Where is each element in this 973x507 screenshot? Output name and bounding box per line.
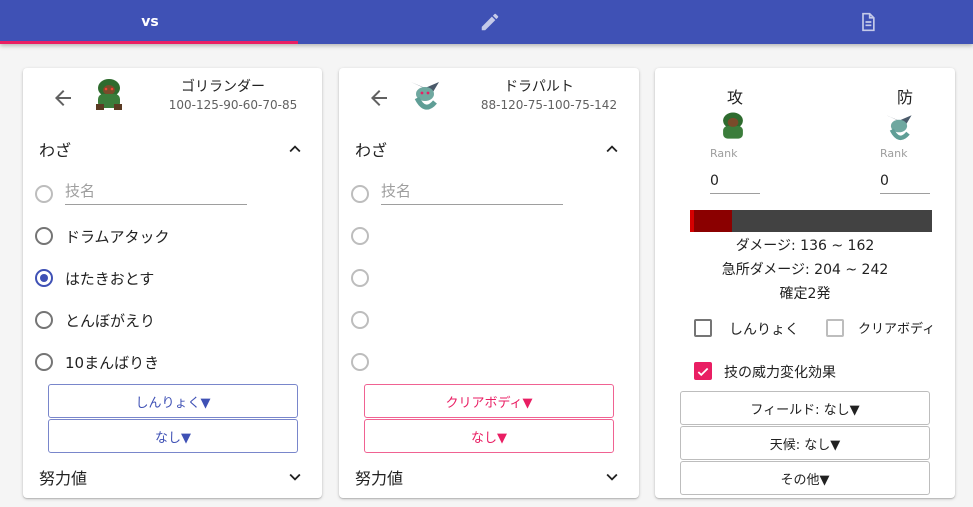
defense-rank-label: Rank xyxy=(880,147,908,160)
move-label: とんぼがえり xyxy=(65,312,156,330)
attack-rank-label: Rank xyxy=(710,147,738,160)
damage-calc-card: 攻 防 Rank Rank 0 0 ダメージ: 136 ~ 162 急所ダメージ… xyxy=(655,68,955,498)
move-radio[interactable] xyxy=(351,269,369,287)
critical-damage-text: 急所ダメージ: 204 ~ 242 xyxy=(721,262,889,278)
chevron-down-icon xyxy=(606,473,618,481)
defender-sprite-small xyxy=(886,115,912,141)
other-select-button[interactable]: その他▼ xyxy=(680,461,930,495)
moves-heading: わざ xyxy=(355,141,388,160)
tab-edit[interactable] xyxy=(340,0,640,44)
chevron-up-icon xyxy=(606,145,618,153)
ev-heading: 努力値 xyxy=(355,469,404,488)
attack-rank-input[interactable]: 0 xyxy=(710,170,760,194)
document-icon xyxy=(862,12,875,32)
defender-sprite xyxy=(411,82,439,110)
ev-heading: 努力値 xyxy=(39,469,88,488)
attacker-base-stats: 100-125-90-60-70-85 xyxy=(168,98,298,112)
weather-select-button[interactable]: 天候: なし▼ xyxy=(680,426,930,460)
defender-card: ドラパルト 88-120-75-100-75-142 わざ 技名 クリアボディ▼… xyxy=(339,68,639,498)
moves-section-header[interactable]: わざ xyxy=(355,135,623,163)
chevron-down-icon xyxy=(289,473,301,481)
move-name-input[interactable]: 技名 xyxy=(65,179,247,205)
back-arrow-icon[interactable] xyxy=(51,86,75,110)
move-radio-custom[interactable] xyxy=(35,185,53,203)
item-select-button[interactable]: なし▼ xyxy=(48,419,298,453)
move-radio[interactable] xyxy=(35,353,53,371)
item-select-button[interactable]: なし▼ xyxy=(364,419,614,453)
defender-ability-checkbox[interactable] xyxy=(826,319,844,337)
move-label: ドラムアタック xyxy=(65,228,170,246)
defender-name: ドラパルト xyxy=(504,79,574,95)
ability-select-button[interactable]: クリアボディ▼ xyxy=(364,384,614,418)
damage-bar xyxy=(690,210,932,232)
move-name-input[interactable]: 技名 xyxy=(381,179,563,205)
move-radio-custom[interactable] xyxy=(351,185,369,203)
attacker-ability-label: しんりょく xyxy=(729,322,799,338)
attacker-name: ゴリランダー xyxy=(181,79,265,95)
attacker-card: ゴリランダー 100-125-90-60-70-85 わざ 技名 ドラムアタック… xyxy=(23,68,322,498)
field-select-button[interactable]: フィールド: なし▼ xyxy=(680,391,930,425)
power-modifier-label: 技の威力変化効果 xyxy=(724,365,836,381)
move-label: 10まんばりき xyxy=(65,354,160,372)
ko-result-text: 確定2発 xyxy=(779,286,831,302)
move-radio[interactable] xyxy=(351,311,369,329)
back-arrow-icon[interactable] xyxy=(367,86,391,110)
move-label: はたきおとす xyxy=(65,270,155,288)
pencil-icon xyxy=(481,13,499,31)
move-radio[interactable] xyxy=(35,227,53,245)
defense-rank-input[interactable]: 0 xyxy=(880,170,930,194)
ev-section-header[interactable]: 努力値 xyxy=(39,463,306,491)
chevron-up-icon xyxy=(289,145,301,153)
attacker-sprite xyxy=(96,79,122,110)
ability-select-button[interactable]: しんりょく▼ xyxy=(48,384,298,418)
move-radio[interactable] xyxy=(351,353,369,371)
move-radio[interactable] xyxy=(35,311,53,329)
tab-vs[interactable]: vs xyxy=(0,0,300,44)
move-radio-selected[interactable] xyxy=(35,269,53,287)
attacker-ability-checkbox[interactable] xyxy=(694,319,712,337)
defense-side-label: 防 xyxy=(896,88,913,107)
attack-side-label: 攻 xyxy=(726,88,743,107)
damage-bar-fill xyxy=(690,210,733,232)
tab-indicator xyxy=(0,41,298,44)
move-radio[interactable] xyxy=(351,227,369,245)
attacker-sprite-small xyxy=(723,112,743,139)
moves-heading: わざ xyxy=(39,141,72,160)
damage-range-text: ダメージ: 136 ~ 162 xyxy=(735,238,875,254)
tab-document[interactable] xyxy=(718,0,973,44)
app-bar: vs xyxy=(0,0,973,44)
defender-ability-label: クリアボディ xyxy=(858,322,936,337)
ev-section-header[interactable]: 努力値 xyxy=(355,463,623,491)
checkmark-icon xyxy=(697,367,709,377)
moves-section-header[interactable]: わざ xyxy=(39,135,306,163)
power-modifier-checkbox[interactable] xyxy=(694,362,712,380)
defender-base-stats: 88-120-75-100-75-142 xyxy=(480,98,618,112)
